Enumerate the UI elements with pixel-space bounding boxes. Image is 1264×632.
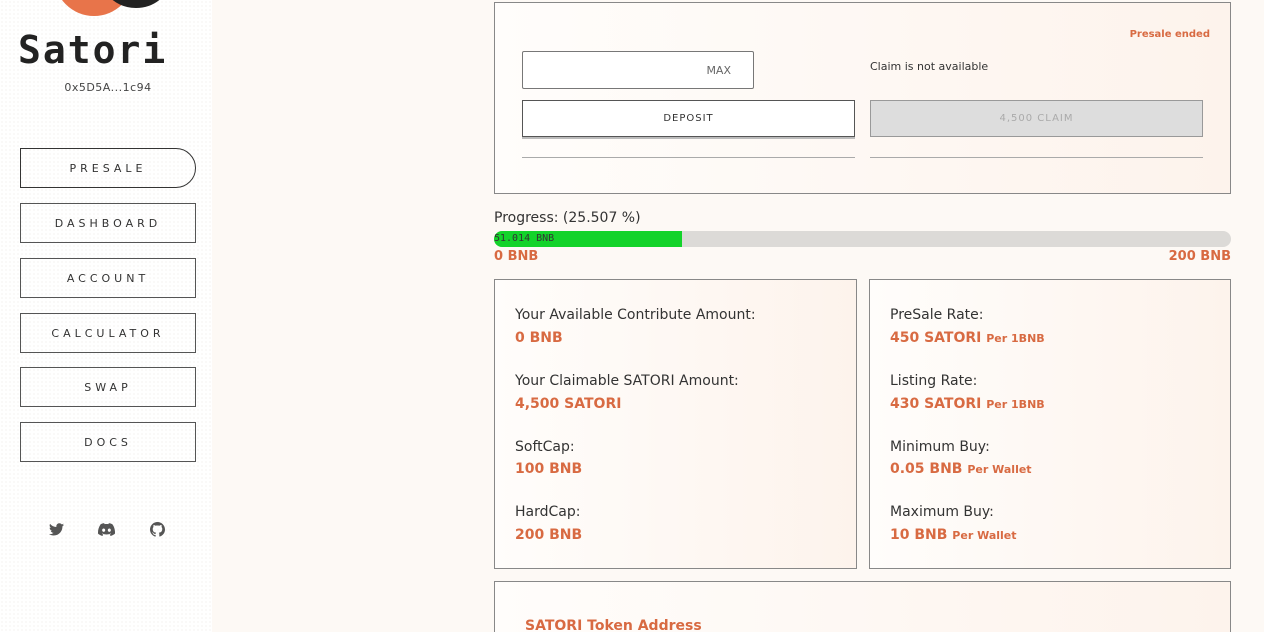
- rate-label: PreSale Rate:: [890, 307, 984, 323]
- rate-amount: 450 SATORI: [890, 330, 982, 346]
- logo-icon: [62, 0, 160, 16]
- nav-label: DASHBOARD: [54, 216, 162, 230]
- deposit-label: DEPOSIT: [663, 113, 714, 124]
- divider: [870, 157, 1203, 158]
- progress-max: 200 BNB: [1168, 249, 1231, 264]
- rate-amount: 430 SATORI: [890, 396, 982, 412]
- nav-calculator[interactable]: CALCULATOR: [20, 313, 196, 353]
- stat-value: 100 BNB: [515, 461, 583, 477]
- rate-unit: Per 1BNB: [986, 398, 1045, 411]
- rate-unit: Per 1BNB: [986, 332, 1045, 345]
- stat-label: Your Available Contribute Amount:: [515, 307, 756, 323]
- rate-label: Listing Rate:: [890, 373, 978, 389]
- rate-value: 450 SATORI Per 1BNB: [890, 330, 1045, 346]
- stat-label: Your Claimable SATORI Amount:: [515, 373, 739, 389]
- nav-swap[interactable]: SWAP: [20, 367, 196, 407]
- nav-label: SWAP: [84, 380, 132, 394]
- token-address-panel: SATORI Token Address: [494, 581, 1231, 632]
- nav-label: PRESALE: [69, 161, 147, 175]
- brand-name: Satori: [18, 28, 168, 72]
- github-icon[interactable]: [147, 519, 167, 539]
- stat-label: HardCap:: [515, 504, 581, 520]
- sidebar: Satori 0x5D5A...1c94 PRESALE DASHBOARD A…: [0, 0, 212, 632]
- amount-input[interactable]: MAX: [522, 51, 754, 89]
- progress-fill: 51.014 BNB: [494, 231, 682, 247]
- rate-label: Maximum Buy:: [890, 504, 994, 520]
- raised-amount: 51.014 BNB: [494, 233, 555, 244]
- progress-bar: 51.014 BNB: [494, 231, 1231, 247]
- claim-label: 4,500 CLAIM: [999, 113, 1074, 124]
- discord-icon[interactable]: [96, 519, 116, 539]
- claim-note: Claim is not available: [870, 60, 989, 73]
- stat-value: 200 BNB: [515, 527, 583, 543]
- rate-unit: Per Wallet: [952, 529, 1017, 542]
- rate-value: 0.05 BNB Per Wallet: [890, 461, 1032, 477]
- nav-label: ACCOUNT: [66, 271, 150, 285]
- presale-rates-panel: PreSale Rate: 450 SATORI Per 1BNB Listin…: [869, 279, 1231, 569]
- token-address-title: SATORI Token Address: [525, 618, 702, 632]
- rate-label: Minimum Buy:: [890, 439, 990, 455]
- deposit-button[interactable]: DEPOSIT: [522, 100, 855, 137]
- nav-dashboard[interactable]: DASHBOARD: [20, 203, 196, 243]
- rate-unit: Per Wallet: [967, 463, 1032, 476]
- nav-account[interactable]: ACCOUNT: [20, 258, 196, 298]
- stat-value: 4,500 SATORI: [515, 396, 622, 412]
- stat-value: 0 BNB: [515, 330, 563, 346]
- presale-panel: Presale ended MAX Claim is not available…: [494, 2, 1231, 194]
- nav-presale[interactable]: PRESALE: [20, 148, 196, 188]
- progress-label: Progress: (25.507 %): [494, 210, 641, 226]
- max-button[interactable]: MAX: [706, 64, 731, 77]
- nav-label: CALCULATOR: [51, 326, 165, 340]
- rate-value: 10 BNB Per Wallet: [890, 527, 1017, 543]
- stat-label: SoftCap:: [515, 439, 575, 455]
- claim-button[interactable]: 4,500 CLAIM: [870, 100, 1203, 137]
- nav-label: DOCS: [84, 435, 132, 449]
- rate-amount: 0.05 BNB: [890, 461, 963, 477]
- rate-value: 430 SATORI Per 1BNB: [890, 396, 1045, 412]
- nav-docs[interactable]: DOCS: [20, 422, 196, 462]
- rate-amount: 10 BNB: [890, 527, 948, 543]
- presale-status: Presale ended: [1129, 29, 1210, 40]
- progress-min: 0 BNB: [494, 249, 539, 264]
- wallet-address[interactable]: 0x5D5A...1c94: [0, 81, 216, 94]
- main-content: Presale ended MAX Claim is not available…: [212, 0, 1264, 632]
- twitter-icon[interactable]: [46, 519, 66, 539]
- user-stats-panel: Your Available Contribute Amount: 0 BNB …: [494, 279, 857, 569]
- divider: [522, 157, 855, 158]
